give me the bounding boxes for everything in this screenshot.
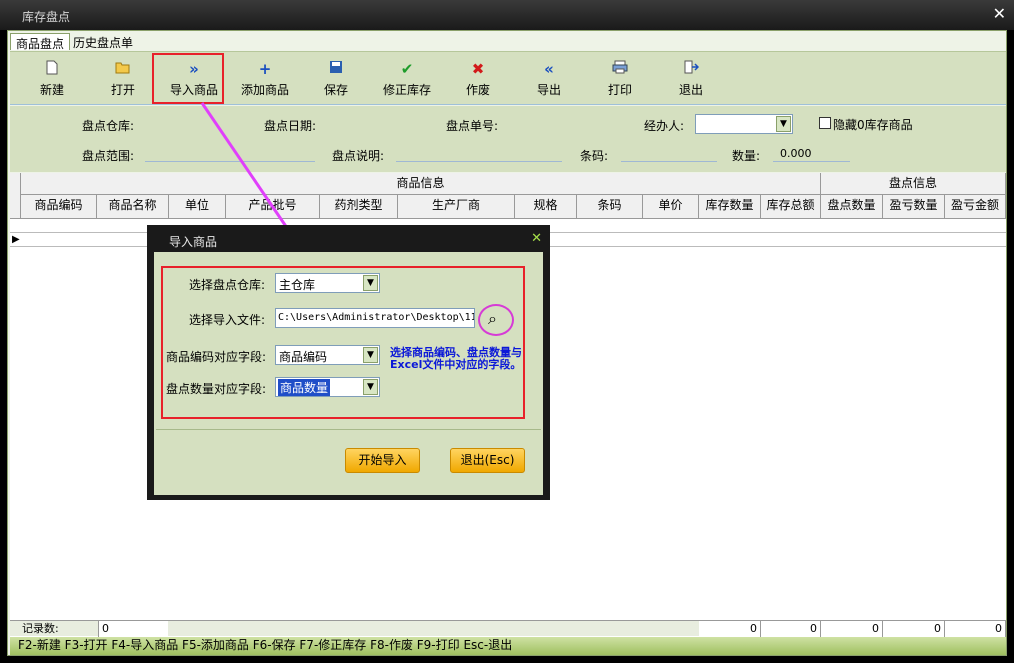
start-import-button[interactable]: 开始导入 (345, 448, 420, 473)
import-products-dialog: 导入商品 ✕ 选择盘点仓库: 主仓库 ▼ 选择导入文件: C:\Users\Ad… (147, 225, 550, 500)
file-path-value: C:\Users\Administrator\Desktop\11 (278, 312, 475, 323)
magnifier-icon: ⌕ (488, 309, 497, 328)
dialog-close-icon[interactable]: ✕ (531, 231, 542, 246)
code-field-value: 商品编码 (279, 350, 328, 364)
chevron-down-icon[interactable]: ▼ (363, 379, 378, 395)
warehouse-select[interactable]: 主仓库 ▼ (275, 273, 380, 293)
warehouse-select-value: 主仓库 (279, 278, 316, 292)
dialog-body: 选择盘点仓库: 主仓库 ▼ 选择导入文件: C:\Users\Administr… (154, 252, 543, 495)
qty-field-value: 商品数量 (278, 379, 331, 396)
chevron-down-icon[interactable]: ▼ (363, 275, 378, 291)
field-mapping-note: 选择商品编码、盘点数量与Excel文件中对应的字段。 (390, 346, 522, 371)
code-field-select[interactable]: 商品编码 ▼ (275, 345, 380, 365)
dialog-title: 导入商品 (169, 235, 218, 249)
dialog-warehouse-label: 选择盘点仓库: (189, 278, 266, 292)
file-path-input[interactable]: C:\Users\Administrator\Desktop\11 (275, 308, 475, 328)
dialog-code-field-label: 商品编码对应字段: (166, 350, 267, 364)
chevron-down-icon[interactable]: ▼ (363, 347, 378, 363)
qty-field-select[interactable]: 商品数量 ▼ (275, 377, 380, 397)
dialog-exit-button[interactable]: 退出(Esc) (450, 448, 525, 473)
dialog-file-label: 选择导入文件: (189, 313, 266, 327)
main-window: 库存盘点 ✕ 商品盘点 历史盘点单 新建 打开 » 导入商品 + 添加商品 保存… (0, 0, 1014, 663)
browse-file-button[interactable]: ⌕ (478, 304, 514, 336)
dialog-divider (156, 429, 541, 430)
dialog-qty-field-label: 盘点数量对应字段: (166, 382, 267, 396)
